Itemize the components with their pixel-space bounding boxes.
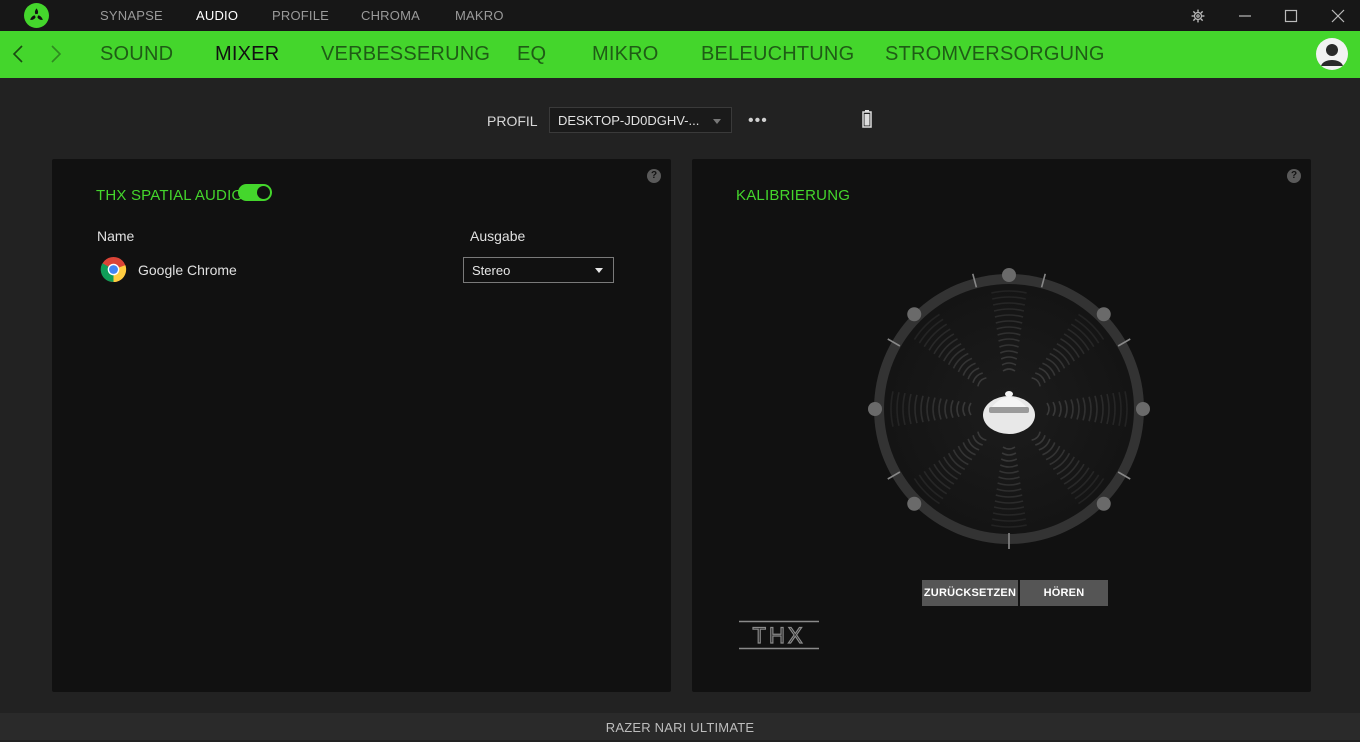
top-nav-profile[interactable]: PROFILE <box>272 8 329 23</box>
forward-arrow-icon[interactable] <box>44 43 66 65</box>
settings-button[interactable] <box>1187 5 1209 27</box>
speaker-knob[interactable] <box>907 496 922 511</box>
tab-mixer[interactable]: MIXER <box>215 43 279 66</box>
minimize-icon <box>1239 15 1251 17</box>
gear-icon <box>1191 9 1205 23</box>
calibration-title: KALIBRIERUNG <box>736 187 851 204</box>
speaker-knob[interactable] <box>1096 496 1111 511</box>
title-bar: SYNAPSE AUDIO PROFILE CHROMA MAKRO <box>0 0 1360 31</box>
thx-spatial-audio-toggle[interactable] <box>238 184 272 201</box>
reset-button[interactable]: ZURÜCKSETZEN <box>922 580 1018 606</box>
output-selected-value: Stereo <box>472 263 511 278</box>
thx-spatial-audio-title: THX SPATIAL AUDIO <box>96 187 244 204</box>
caret-down-icon <box>713 119 721 124</box>
battery-icon <box>862 110 872 128</box>
tab-verbesserung[interactable]: VERBESSERUNG <box>321 43 490 66</box>
caret-down-icon <box>595 268 603 273</box>
razer-logo-icon[interactable] <box>24 3 49 28</box>
top-nav-makro[interactable]: MAKRO <box>455 8 504 23</box>
top-nav-chroma[interactable]: CHROMA <box>361 8 420 23</box>
calibration-dial[interactable] <box>866 266 1152 552</box>
speaker-knob[interactable] <box>907 307 922 322</box>
top-nav-audio[interactable]: AUDIO <box>196 8 238 23</box>
profile-label: PROFIL <box>487 113 538 129</box>
back-arrow-icon[interactable] <box>8 43 30 65</box>
tab-stromversorgung[interactable]: STROMVERSORGUNG <box>885 43 1105 66</box>
tab-eq[interactable]: EQ <box>517 43 546 66</box>
app-name: Google Chrome <box>138 262 237 278</box>
chrome-icon <box>100 256 127 283</box>
sub-nav-bar <box>0 31 1360 78</box>
device-name: RAZER NARI ULTIMATE <box>605 720 755 735</box>
speaker-knob[interactable] <box>868 402 882 416</box>
speaker-knob[interactable] <box>1096 307 1111 322</box>
column-header-output: Ausgabe <box>470 228 526 244</box>
tab-beleuchtung[interactable]: BELEUCHTUNG <box>701 43 854 66</box>
toggle-knob <box>257 186 270 199</box>
more-options-button[interactable]: ••• <box>748 112 768 130</box>
speaker-knob[interactable] <box>1136 402 1150 416</box>
top-nav-synapse[interactable]: SYNAPSE <box>100 8 163 23</box>
maximize-icon <box>1284 9 1298 23</box>
footer: RAZER NARI ULTIMATE <box>0 713 1360 740</box>
user-avatar[interactable] <box>1316 38 1348 70</box>
close-button[interactable] <box>1327 5 1349 27</box>
tab-mikro[interactable]: MIKRO <box>592 43 659 66</box>
column-header-name: Name <box>97 228 135 244</box>
profile-selected-value: DESKTOP-JD0DGHV-... <box>558 113 700 128</box>
profile-row: PROFIL DESKTOP-JD0DGHV-... ••• <box>0 107 1360 135</box>
listen-button[interactable]: HÖREN <box>1020 580 1108 606</box>
output-dropdown[interactable]: Stereo <box>463 257 614 283</box>
close-icon <box>1331 9 1345 23</box>
minimize-button[interactable] <box>1234 5 1256 27</box>
user-icon <box>1321 44 1343 66</box>
help-icon[interactable]: ? <box>1287 169 1301 183</box>
mixer-panel: ? THX SPATIAL AUDIO Name Ausgabe Google … <box>52 159 671 692</box>
thx-logo: THX <box>739 620 819 650</box>
profile-dropdown[interactable]: DESKTOP-JD0DGHV-... <box>549 107 732 133</box>
help-icon[interactable]: ? <box>647 169 661 183</box>
calibration-panel: ? KALIBRIERUNG ZURÜCKSETZEN HÖREN THX <box>692 159 1311 692</box>
thx-logo-text: THX <box>753 623 806 648</box>
maximize-button[interactable] <box>1280 5 1302 27</box>
tab-sound[interactable]: SOUND <box>100 43 173 66</box>
speaker-knob[interactable] <box>1002 268 1016 282</box>
